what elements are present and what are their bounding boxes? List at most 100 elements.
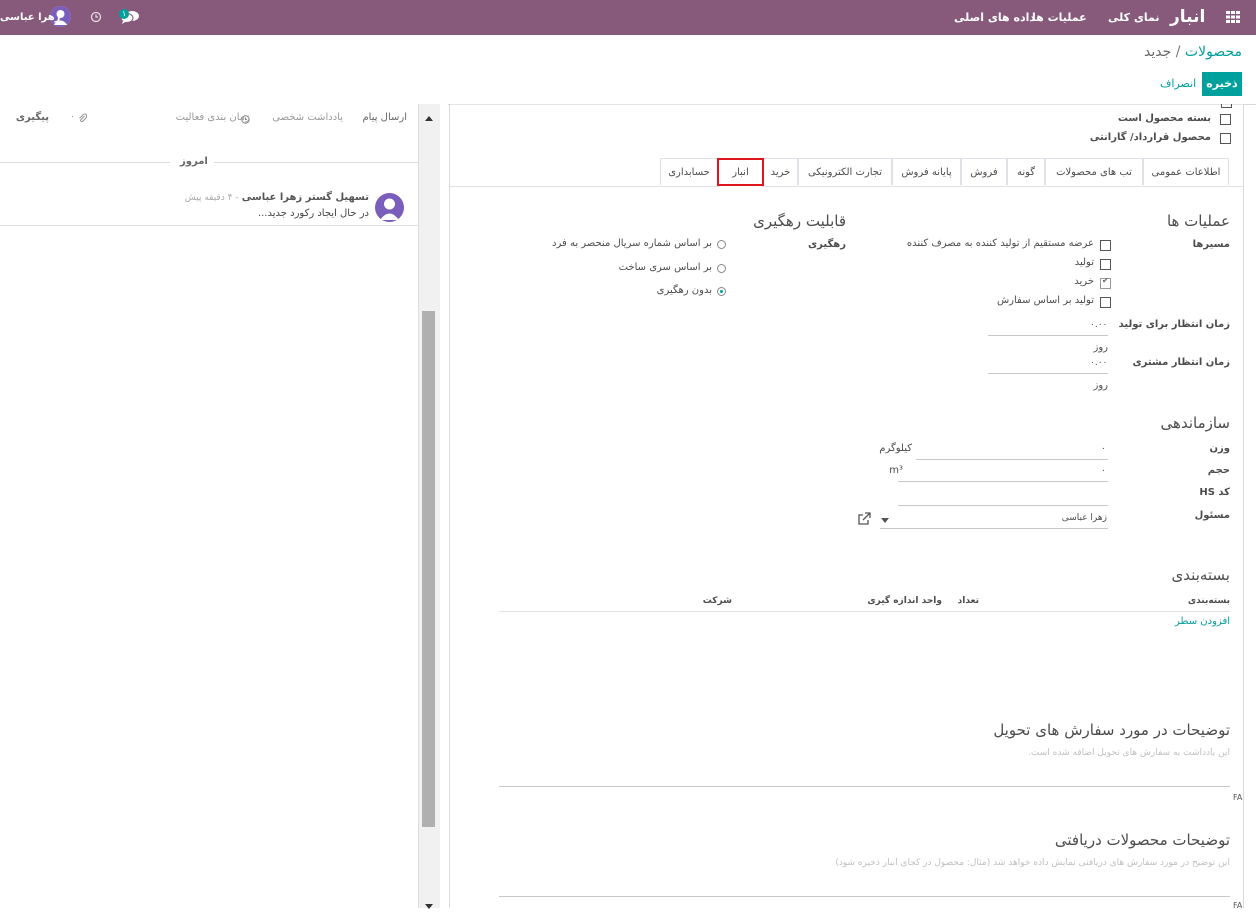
breadcrumb-separator: / — [1175, 44, 1181, 60]
route-mto-checkbox[interactable] — [1100, 297, 1111, 308]
hs-code-label: کد HS — [1199, 487, 1230, 498]
manufacture-lead-underline — [988, 335, 1108, 336]
paperclip-icon[interactable] — [78, 113, 88, 123]
tab-purchase[interactable]: خرید — [763, 158, 798, 185]
packaging-title: بسته‌بندی — [1171, 566, 1230, 584]
tab-point-of-sale[interactable]: پایانه فروش — [892, 158, 961, 185]
customer-lead-unit: روز — [1093, 380, 1109, 391]
lang-badge[interactable]: FA — [1233, 793, 1242, 802]
tab-bar: اطلاعات عمومی تب های محصولات گونه فروش پ… — [450, 158, 1243, 187]
delivery-notes-input[interactable]: این یادداشت به سفارش های تحویل اضافه شده… — [1028, 748, 1230, 758]
menu-overview[interactable]: نمای کلی — [1108, 0, 1160, 35]
route-buy-label: خرید — [1074, 276, 1094, 287]
schedule-activity-button[interactable]: زمان بندی فعالیت — [176, 112, 250, 123]
tab-product-tabs[interactable]: تب های محصولات — [1045, 158, 1143, 185]
menu-operations[interactable]: عملیات ها — [1032, 0, 1087, 35]
delivery-notes-title: توضیحات در مورد سفارش های تحویل — [993, 721, 1230, 739]
tracking-none-label: بدون رهگیری — [656, 285, 712, 296]
tab-accounting[interactable]: حسابداری — [660, 158, 718, 185]
delivery-notes-underline — [499, 786, 1230, 787]
volume-unit: m³ — [889, 465, 903, 476]
attachments-count[interactable]: ۰ — [70, 112, 75, 122]
traceability-title: قابلیت رهگیری — [753, 212, 846, 230]
inventory-tab-highlight — [717, 158, 764, 186]
menu-master-data[interactable]: داده های اصلی — [954, 0, 1035, 35]
follow-button[interactable]: پیگیری — [16, 112, 49, 123]
control-panel: محصولات / جدید ذخیره انصراف — [0, 35, 1256, 105]
message-time: - ۴ دقیقه پیش — [184, 193, 239, 203]
breadcrumb-current: جدید — [1144, 44, 1172, 60]
customer-lead-value[interactable]: ۰.۰۰ — [1090, 358, 1107, 368]
apps-menu-icon[interactable] — [1226, 11, 1240, 23]
contract-warranty-checkbox[interactable] — [1220, 133, 1231, 144]
volume-label: حجم — [1207, 465, 1230, 476]
route-dropship-checkbox[interactable] — [1100, 240, 1111, 251]
external-link-icon[interactable] — [857, 512, 871, 526]
tab-general-info[interactable]: اطلاعات عمومی — [1143, 158, 1229, 185]
responsible-dropdown-caret-icon[interactable] — [881, 514, 889, 523]
top-navbar: انبار نمای کلی عملیات ها داده های اصلی ۱… — [0, 0, 1256, 35]
manufacture-lead-unit: روز — [1093, 342, 1109, 353]
tracking-serial-radio[interactable] — [717, 240, 726, 249]
log-note-button[interactable]: یادداشت شخصی — [272, 112, 343, 123]
route-dropship-label: عرضه مستقیم از تولید کننده به مصرف کننده — [906, 238, 1094, 249]
receipt-notes-input[interactable]: این توضیح در مورد سفارش های دریافتی نمای… — [835, 858, 1230, 868]
tab-ecommerce[interactable]: تجارت الکترونیکی — [798, 158, 892, 185]
today-divider-right — [214, 162, 418, 163]
today-divider-left — [0, 162, 170, 163]
user-name[interactable]: زهرا عباسی — [0, 0, 60, 35]
weight-value[interactable]: ۰ — [1101, 444, 1106, 454]
message-divider — [0, 225, 418, 226]
scroll-down-arrow-icon[interactable] — [425, 900, 433, 909]
receipt-notes-title: توضیحات محصولات دریافتی — [1054, 831, 1230, 849]
chatter-panel: ارسال پیام یادداشت شخصی زمان بندی فعالیت… — [0, 104, 418, 908]
send-message-button[interactable]: ارسال پیام — [362, 112, 407, 123]
breadcrumb-products[interactable]: محصولات — [1185, 44, 1242, 60]
responsible-value[interactable]: زهرا عباسی — [1062, 513, 1107, 523]
scroll-up-arrow-icon[interactable] — [425, 112, 433, 121]
weight-underline — [916, 459, 1108, 460]
customer-lead-underline — [988, 373, 1108, 374]
is-bundle-checkbox[interactable] — [1220, 114, 1231, 125]
save-button[interactable]: ذخیره — [1202, 72, 1242, 96]
add-line-link[interactable]: افزودن سطر — [1175, 616, 1230, 627]
message-author-name[interactable]: تسهیل گستر زهرا عباسی — [242, 192, 369, 203]
app-title[interactable]: انبار — [1170, 0, 1205, 35]
manufacture-lead-value[interactable]: ۰.۰۰ — [1090, 320, 1107, 330]
chatter-scrollbar[interactable] — [418, 104, 440, 909]
route-manufacture-checkbox[interactable] — [1100, 259, 1111, 270]
packaging-col-packaging: بسته‌بندی — [1187, 596, 1230, 606]
tracking-none-radio[interactable] — [717, 287, 726, 296]
responsible-label: مسئول — [1194, 510, 1230, 521]
packaging-col-uom: واحد اندازه گیری — [867, 596, 942, 606]
message-avatar — [375, 193, 404, 222]
tab-variants[interactable]: گونه — [1007, 158, 1045, 185]
hs-code-underline — [898, 505, 1108, 506]
volume-value[interactable]: ۰ — [1101, 466, 1106, 476]
tracking-serial-label: بر اساس شماره سریال منحصر به فرد — [552, 238, 712, 249]
route-mto-label: تولید بر اساس سفارش — [996, 295, 1094, 306]
volume-underline — [898, 481, 1108, 482]
discard-button[interactable]: انصراف — [1160, 72, 1196, 96]
tracking-lot-radio[interactable] — [717, 264, 726, 273]
message-author: تسهیل گستر زهرا عباسی - ۴ دقیقه پیش — [185, 192, 369, 203]
gutter-line — [440, 104, 448, 908]
lang-badge-2[interactable]: FA — [1233, 901, 1242, 908]
activity-clock-icon[interactable] — [90, 11, 102, 23]
packaging-header-line — [499, 611, 1230, 612]
packaging-col-qty: تعداد — [957, 596, 979, 606]
weight-unit: کیلوگرم — [879, 443, 912, 454]
route-buy-checkbox[interactable] — [1100, 276, 1111, 289]
responsible-underline — [880, 528, 1108, 529]
customer-lead-label: زمان انتظار مشتری — [1132, 357, 1230, 368]
partial-checkbox — [1221, 104, 1232, 108]
packaging-col-company: شرکت — [702, 596, 732, 606]
weight-label: وزن — [1209, 443, 1230, 454]
route-manufacture-label: تولید — [1074, 257, 1094, 268]
receipt-notes-underline — [499, 896, 1230, 897]
top-border-line — [450, 104, 1243, 105]
organization-title: سازماندهی — [1160, 414, 1230, 432]
scrollbar-thumb[interactable] — [422, 311, 435, 827]
tab-sales[interactable]: فروش — [961, 158, 1007, 185]
operations-title: عملیات ها — [1166, 212, 1230, 230]
